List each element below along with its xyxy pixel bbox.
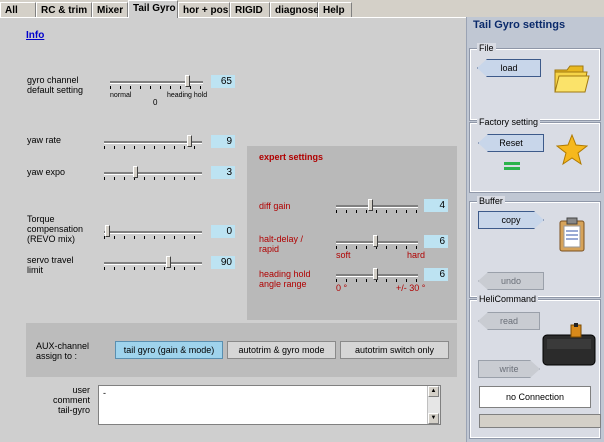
- halt-delay-soft-label: soft: [336, 250, 351, 260]
- gyro-channel-slider[interactable]: [110, 75, 203, 89]
- aux-channel-label: AUX-channel assign to :: [36, 341, 90, 361]
- helicommand-group-label: HeliCommand: [477, 294, 539, 304]
- torque-slider[interactable]: [104, 225, 202, 239]
- comment-scrollbar[interactable]: ▲ ▼: [427, 386, 440, 424]
- aux-channel-panel: AUX-channel assign to : tail gyro (gain …: [26, 323, 457, 377]
- reset-indicator: [504, 162, 520, 165]
- gyro-channel-value[interactable]: 65: [211, 75, 235, 88]
- yaw-rate-slider[interactable]: [104, 135, 202, 149]
- helicommand-group: HeliCommand read write no Connection: [469, 294, 601, 439]
- file-group-label: File: [477, 43, 496, 53]
- buffer-group: Buffer copy undo: [469, 196, 601, 298]
- copy-button[interactable]: copy: [478, 211, 544, 229]
- main-panel: Info gyro channel default setting normal…: [0, 17, 466, 442]
- tab-rigid[interactable]: RIGID: [230, 2, 270, 17]
- user-comment-text: -: [103, 388, 106, 398]
- tab-hor-pos[interactable]: hor + pos: [178, 2, 230, 17]
- aux-autotrim-gyro-mode-button[interactable]: autotrim & gyro mode: [227, 341, 336, 359]
- scroll-up-icon[interactable]: ▲: [428, 386, 439, 397]
- info-link[interactable]: Info: [26, 30, 44, 41]
- torque-label: Torque compensation (REVO mix): [27, 214, 84, 244]
- clipboard-icon: [559, 217, 585, 252]
- file-group: File load: [469, 43, 601, 121]
- undo-button[interactable]: undo: [478, 272, 544, 290]
- side-panel: Tail Gyro settings File load Factory set…: [466, 17, 604, 442]
- servo-travel-slider[interactable]: [104, 256, 202, 270]
- heading-hold-range-slider[interactable]: [336, 268, 418, 282]
- tab-help[interactable]: Help: [318, 2, 352, 17]
- heading-hold-range-label: heading hold angle range: [259, 269, 311, 289]
- gyro-heading-hold-label: heading hold: [167, 92, 208, 99]
- star-icon: [556, 134, 588, 166]
- tab-mixer[interactable]: Mixer: [92, 2, 128, 17]
- factory-setting-group: Factory setting Reset: [469, 117, 601, 193]
- tab-bar: All RC & trim Mixer Tail Gyro hor + pos …: [0, 0, 604, 18]
- torque-value[interactable]: 0: [211, 225, 235, 238]
- scroll-down-icon[interactable]: ▼: [428, 413, 439, 424]
- halt-delay-slider[interactable]: [336, 235, 418, 249]
- yaw-expo-slider[interactable]: [104, 166, 202, 180]
- user-comment-field[interactable]: - ▲ ▼: [98, 385, 441, 425]
- diff-gain-slider[interactable]: [336, 199, 418, 213]
- helicommand-device-icon: [542, 323, 596, 366]
- aux-autotrim-switch-only-button[interactable]: autotrim switch only: [340, 341, 449, 359]
- halt-delay-value[interactable]: 6: [424, 235, 448, 248]
- connection-status: no Connection: [479, 386, 591, 408]
- aux-tail-gyro-button[interactable]: tail gyro (gain & mode): [115, 341, 223, 359]
- read-button[interactable]: read: [478, 312, 540, 330]
- gyro-normal-label: normal: [110, 92, 132, 99]
- diff-gain-value[interactable]: 4: [424, 199, 448, 212]
- reset-button[interactable]: Reset: [478, 134, 544, 152]
- factory-setting-label: Factory setting: [477, 117, 541, 127]
- yaw-rate-value[interactable]: 9: [211, 135, 235, 148]
- yaw-rate-label: yaw rate: [27, 135, 62, 145]
- user-comment-label: user comment tail-gyro: [52, 385, 90, 415]
- yaw-expo-label: yaw expo: [27, 167, 66, 177]
- write-button[interactable]: write: [478, 360, 540, 378]
- load-button[interactable]: load: [477, 59, 541, 77]
- expert-settings-title: expert settings: [259, 152, 324, 162]
- yaw-expo-value[interactable]: 3: [211, 166, 235, 179]
- heading-hold-min-label: 0 °: [336, 283, 348, 293]
- gyro-zero-label: 0: [153, 98, 158, 107]
- tab-rc-trim[interactable]: RC & trim: [36, 2, 92, 17]
- tab-all[interactable]: All: [0, 2, 36, 17]
- expert-settings-panel: expert settings diff gain 4 halt-delay /…: [247, 146, 457, 320]
- heading-hold-range-value[interactable]: 6: [424, 268, 448, 281]
- gyro-channel-label: gyro channel default setting: [27, 75, 84, 95]
- reset-indicator-2: [504, 167, 520, 170]
- tab-diagnose[interactable]: diagnose: [270, 2, 319, 17]
- heading-hold-max-label: +/- 30 °: [396, 283, 426, 293]
- folder-icon: [554, 65, 590, 93]
- servo-travel-label: servo travel limit: [27, 255, 74, 275]
- halt-delay-label: halt-delay / rapid: [259, 234, 304, 254]
- tab-tail-gyro[interactable]: Tail Gyro: [128, 0, 178, 18]
- halt-delay-hard-label: hard: [407, 250, 426, 260]
- diff-gain-label: diff gain: [259, 201, 291, 211]
- connection-progress-bar: [479, 414, 601, 428]
- buffer-group-label: Buffer: [477, 196, 505, 206]
- servo-travel-value[interactable]: 90: [211, 256, 235, 269]
- side-title: Tail Gyro settings: [473, 19, 566, 31]
